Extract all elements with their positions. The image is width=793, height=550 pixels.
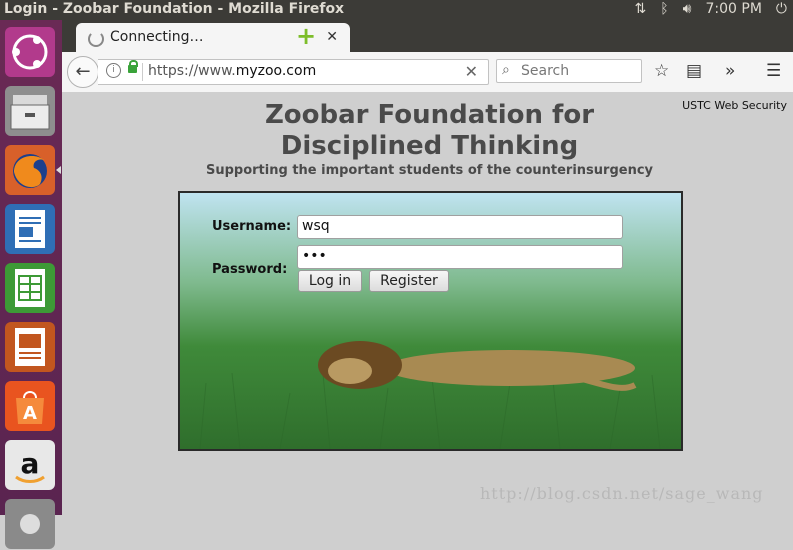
clock[interactable]: 7:00 PM bbox=[706, 1, 762, 17]
software-center-icon[interactable]: A bbox=[4, 380, 56, 432]
volume-icon[interactable]: 🔊︎ bbox=[683, 1, 692, 17]
site-info-icon[interactable]: i bbox=[106, 63, 121, 78]
calc-icon[interactable] bbox=[4, 262, 56, 314]
tab-strip: Connecting… ✕ + bbox=[62, 20, 793, 52]
power-icon[interactable]: ⏻ bbox=[776, 1, 787, 17]
menu-icon[interactable]: ☰ bbox=[766, 61, 781, 81]
new-tab-icon[interactable]: + bbox=[296, 24, 316, 48]
settings-icon[interactable] bbox=[4, 498, 56, 550]
network-icon[interactable]: ⇅ bbox=[635, 1, 647, 17]
reading-list-icon[interactable]: ▤ bbox=[686, 61, 702, 81]
close-tab-icon[interactable]: ✕ bbox=[326, 29, 338, 45]
loading-spinner-icon bbox=[88, 31, 104, 47]
search-placeholder: Search bbox=[521, 63, 570, 79]
overflow-chevron-icon[interactable]: » bbox=[725, 61, 735, 81]
files-icon[interactable] bbox=[4, 85, 56, 137]
url-bar[interactable]: i https://www.myzoo.com ✕ bbox=[98, 59, 489, 85]
search-input[interactable]: ⌕ Search bbox=[496, 59, 642, 83]
impress-icon[interactable] bbox=[4, 321, 56, 373]
back-arrow-icon: ← bbox=[75, 61, 91, 82]
bluetooth-icon[interactable]: ᛒ bbox=[660, 1, 668, 17]
url-scheme: https://www. bbox=[148, 63, 236, 79]
launcher: A a bbox=[0, 20, 62, 549]
password-label: Password: bbox=[212, 262, 288, 277]
watermark-text: http://blog.csdn.net/sage_wang bbox=[480, 484, 764, 503]
indicator-area: ⇅ ᛒ 🔊︎ 7:00 PM ⏻ bbox=[635, 1, 787, 17]
password-field[interactable]: ••• bbox=[297, 245, 623, 269]
url-text[interactable]: https://www.myzoo.com bbox=[148, 63, 316, 79]
tab-label: Connecting… bbox=[110, 29, 204, 45]
window-title: Login - Zoobar Foundation - Mozilla Fire… bbox=[4, 1, 345, 17]
username-field[interactable]: wsq bbox=[297, 215, 623, 239]
search-icon: ⌕ bbox=[502, 62, 510, 78]
bookmark-star-icon[interactable]: ☆ bbox=[654, 61, 669, 81]
stop-loading-icon[interactable]: ✕ bbox=[465, 62, 478, 81]
login-button[interactable]: Log in bbox=[298, 270, 362, 292]
url-host: myzoo.com bbox=[235, 63, 317, 79]
register-button[interactable]: Register bbox=[369, 270, 449, 292]
svg-text:A: A bbox=[23, 403, 37, 424]
active-indicator bbox=[56, 166, 61, 174]
back-button[interactable]: ← bbox=[67, 56, 99, 88]
page-title-line-1: Zoobar Foundation for bbox=[264, 100, 595, 130]
writer-icon[interactable] bbox=[4, 203, 56, 255]
firefox-icon[interactable] bbox=[4, 144, 56, 196]
svg-text:a: a bbox=[21, 447, 40, 480]
page-subtitle: Supporting the important students of the… bbox=[205, 163, 654, 178]
amazon-icon[interactable]: a bbox=[4, 439, 56, 491]
system-top-bar: Login - Zoobar Foundation - Mozilla Fire… bbox=[0, 0, 793, 20]
login-panel: Username: wsq Password: ••• Log in Regis… bbox=[178, 191, 683, 451]
page-title-line-2: Disciplined Thinking bbox=[280, 131, 579, 161]
username-label: Username: bbox=[212, 219, 292, 234]
page-content: USTC Web Security Zoobar Foundation for … bbox=[62, 92, 793, 515]
url-separator bbox=[142, 63, 143, 81]
ubuntu-dash-icon[interactable] bbox=[4, 26, 56, 78]
lock-icon[interactable] bbox=[128, 60, 138, 73]
navigation-bar: ← i https://www.myzoo.com ✕ ⌕ Search ☆ ▤… bbox=[62, 52, 793, 93]
page-title: Zoobar Foundation for Disciplined Thinki… bbox=[62, 100, 793, 162]
